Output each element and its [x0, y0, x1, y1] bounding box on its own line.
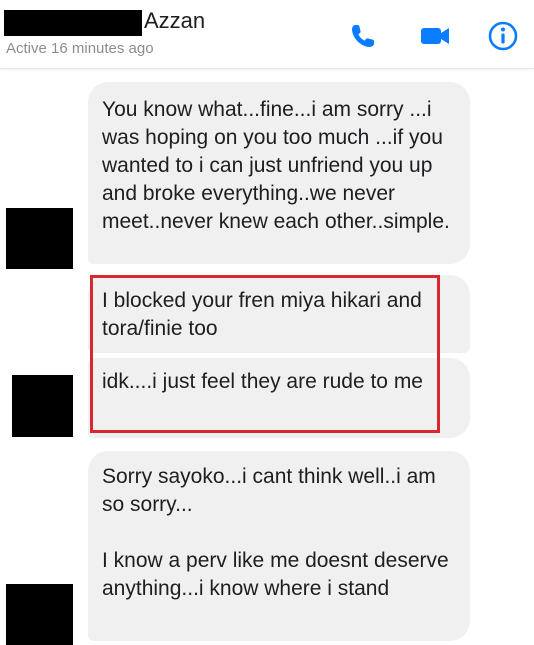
- video-call-button[interactable]: [418, 19, 452, 53]
- avatar: [6, 584, 73, 645]
- message-bubble[interactable]: Sorry sayoko...i cant think well..i am s…: [88, 451, 470, 641]
- chat-header: Azzan Active 16 minutes ago: [0, 0, 534, 69]
- phone-icon: [352, 25, 374, 47]
- info-icon: [488, 21, 518, 51]
- video-camera-icon: [421, 28, 449, 44]
- avatar: [12, 375, 73, 437]
- message-thread[interactable]: You know what...fine...i am sorry ...i w…: [0, 69, 534, 645]
- contact-name[interactable]: Azzan: [144, 6, 205, 36]
- avatar: [6, 208, 73, 269]
- info-button[interactable]: [486, 19, 520, 53]
- message-bubble[interactable]: I blocked your fren miya hikari and tora…: [88, 275, 470, 353]
- message-bubble[interactable]: You know what...fine...i am sorry ...i w…: [88, 82, 470, 264]
- call-button[interactable]: [346, 19, 380, 53]
- message-bubble[interactable]: idk....i just feel they are rude to me: [88, 358, 470, 438]
- redacted-name-block: [4, 10, 142, 36]
- active-status: Active 16 minutes ago: [6, 40, 154, 57]
